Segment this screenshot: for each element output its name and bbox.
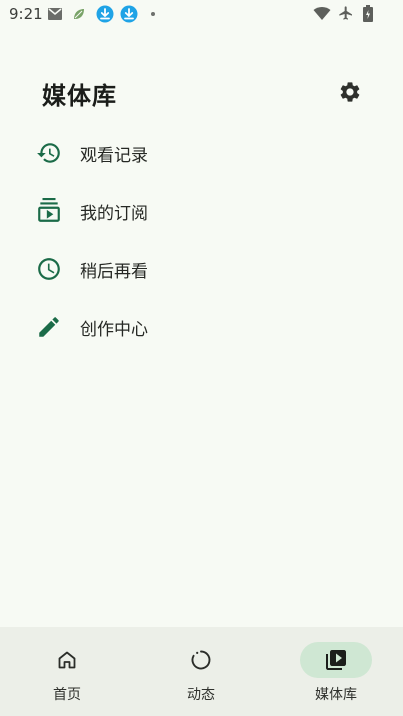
subscriptions-icon xyxy=(38,198,60,222)
wifi-icon xyxy=(313,7,331,20)
menu-item-label: 创作中心 xyxy=(80,320,148,340)
nav-item-home[interactable]: 首页 xyxy=(0,627,134,716)
activity-ring-icon xyxy=(191,650,211,670)
bottom-navigation: 首页 动态 媒体库 xyxy=(0,627,403,716)
battery-icon xyxy=(363,5,373,22)
menu-item-history[interactable]: 观看记录 xyxy=(0,125,403,179)
video-library-icon xyxy=(326,650,346,670)
download-icon xyxy=(120,5,138,23)
gear-icon[interactable] xyxy=(338,80,362,104)
nav-label: 首页 xyxy=(53,687,81,703)
clock-icon xyxy=(38,258,60,280)
pencil-icon xyxy=(39,317,59,337)
menu-item-label: 观看记录 xyxy=(80,146,148,166)
menu-item-label: 稍后再看 xyxy=(80,262,148,282)
download-icon xyxy=(96,5,114,23)
menu-item-label: 我的订阅 xyxy=(80,204,148,224)
menu-item-subscriptions[interactable]: 我的订阅 xyxy=(0,183,403,237)
nav-label: 媒体库 xyxy=(315,687,357,703)
nav-icon-container-active xyxy=(300,642,372,678)
airplane-icon xyxy=(339,6,352,20)
nav-icon-container xyxy=(165,642,237,678)
nav-item-library[interactable]: 媒体库 xyxy=(269,627,403,716)
menu-item-watch-later[interactable]: 稍后再看 xyxy=(0,241,403,295)
notification-dot xyxy=(151,12,155,16)
menu-item-creator-center[interactable]: 创作中心 xyxy=(0,299,403,353)
gmail-icon xyxy=(48,8,62,20)
home-icon xyxy=(58,651,76,669)
history-icon xyxy=(37,143,60,163)
leaf-app-icon xyxy=(74,9,84,19)
nav-label: 动态 xyxy=(187,687,215,703)
page-title: 媒体库 xyxy=(42,82,117,110)
status-bar: 9:21 xyxy=(0,0,403,28)
nav-item-feed[interactable]: 动态 xyxy=(134,627,268,716)
status-time: 9:21 xyxy=(9,5,43,23)
nav-icon-container xyxy=(31,642,103,678)
